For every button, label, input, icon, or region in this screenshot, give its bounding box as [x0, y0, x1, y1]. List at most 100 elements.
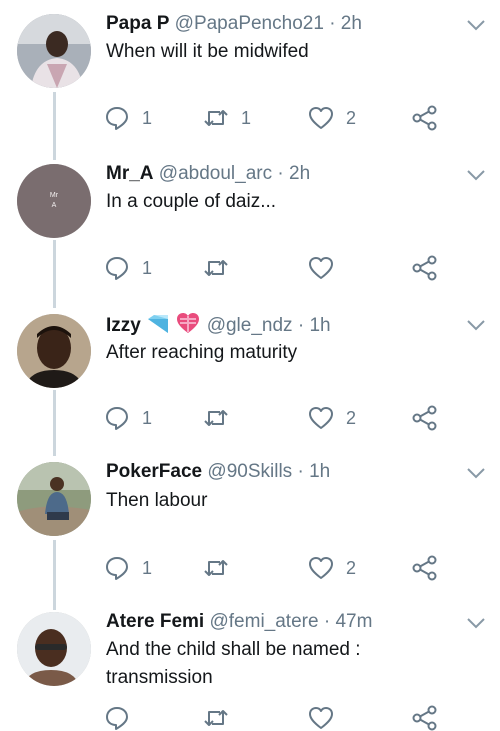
share-button[interactable] [412, 705, 438, 731]
reply-button[interactable]: 1 [104, 105, 152, 131]
tweet-text: When will it be midwifed [106, 41, 309, 62]
heart-ribbon-icon [175, 312, 201, 341]
tweet-header: Atere Femi @femi_atere · 47m [106, 610, 372, 634]
reply-icon [106, 257, 128, 280]
heart-icon [309, 557, 333, 579]
user-handle[interactable]: @gle_ndz [207, 315, 293, 336]
share-button[interactable] [412, 555, 438, 581]
thread-line [53, 92, 56, 160]
retweet-button[interactable]: 1 [203, 105, 251, 131]
retweet-button[interactable] [203, 705, 229, 731]
tweet-text: In a couple of daiz... [106, 191, 277, 212]
timestamp[interactable]: 2h [341, 13, 362, 34]
retweet-button[interactable] [203, 405, 229, 431]
timestamp[interactable]: 1h [309, 461, 330, 482]
avatar[interactable] [17, 314, 91, 388]
separator-dot: · [277, 163, 284, 184]
share-button[interactable] [412, 405, 438, 431]
reply-button[interactable] [104, 705, 130, 731]
reply-icon [106, 707, 128, 730]
reply-count: 1 [142, 407, 153, 428]
reply-icon [106, 407, 128, 430]
like-button[interactable] [308, 705, 334, 731]
share-icon [412, 255, 437, 281]
avatar[interactable] [17, 612, 91, 686]
chevron-down-icon[interactable] [465, 466, 487, 480]
heart-icon [309, 407, 333, 429]
like-button[interactable]: 2 [308, 405, 356, 431]
tweet-text: After reaching maturity [106, 342, 298, 363]
retweet-icon [204, 560, 228, 576]
display-name[interactable]: Mr_A [106, 163, 154, 184]
avatar[interactable]: Mr A [17, 164, 91, 238]
tweet-text: transmission [106, 667, 213, 688]
share-icon [412, 705, 437, 731]
thread-line [53, 540, 56, 610]
heart-icon [309, 107, 333, 129]
avatar-photo [17, 462, 91, 536]
display-name[interactable]: Papa P [106, 13, 169, 34]
tweet-header: Izzy @gle_ndz · 1h [106, 312, 331, 341]
chevron-down-icon[interactable] [465, 616, 487, 630]
user-handle[interactable]: @femi_atere [209, 611, 318, 632]
like-button[interactable]: 2 [308, 105, 356, 131]
display-name[interactable]: PokerFace [106, 461, 202, 482]
reply-icon [106, 107, 128, 130]
retweet-count: 1 [241, 107, 252, 128]
retweet-button[interactable] [203, 555, 229, 581]
reply-button[interactable]: 1 [104, 405, 152, 431]
tweet-header: Papa P @PapaPencho21 · 2h [106, 12, 362, 36]
tweet-text: And the child shall be named : [106, 639, 361, 660]
timestamp[interactable]: 2h [289, 163, 310, 184]
timestamp[interactable]: 47m [335, 611, 372, 632]
separator-dot: · [297, 461, 304, 482]
retweet-icon [204, 110, 228, 126]
user-handle[interactable]: @90Skills [207, 461, 292, 482]
tweet-actions: 1 2 [104, 555, 444, 581]
like-count: 2 [346, 107, 357, 128]
retweet-icon [204, 710, 228, 726]
retweet-button[interactable] [203, 255, 229, 281]
avatar-text: Mr [50, 192, 59, 199]
tweet-actions: 1 [104, 255, 444, 281]
reply-count: 1 [142, 107, 153, 128]
diamond-icon [146, 314, 170, 341]
chevron-down-icon[interactable] [465, 168, 487, 182]
avatar-photo [17, 14, 91, 88]
share-icon [412, 405, 437, 431]
display-name[interactable]: Atere Femi [106, 611, 204, 632]
thread-line [53, 390, 56, 456]
reply-button[interactable]: 1 [104, 555, 152, 581]
share-button[interactable] [412, 105, 438, 131]
like-count: 2 [346, 557, 357, 578]
tweet-header: Mr_A @abdoul_arc · 2h [106, 162, 310, 186]
tweet-actions: 1 1 2 [104, 105, 444, 131]
like-button[interactable]: 2 [308, 555, 356, 581]
thread-line [53, 240, 56, 308]
user-handle[interactable]: @abdoul_arc [159, 163, 272, 184]
tweet-actions: 1 2 [104, 405, 444, 431]
separator-dot: · [297, 315, 305, 336]
tweet-text: Then labour [106, 490, 208, 511]
avatar-photo [17, 314, 91, 388]
avatar[interactable] [17, 14, 91, 88]
chevron-down-icon[interactable] [465, 318, 487, 332]
retweet-icon [204, 410, 228, 426]
heart-icon [309, 257, 333, 279]
separator-dot: · [323, 611, 331, 632]
avatar-photo [17, 612, 91, 686]
avatar[interactable] [17, 462, 91, 536]
reply-count: 1 [142, 557, 153, 578]
reply-button[interactable]: 1 [104, 255, 152, 281]
retweet-icon [204, 260, 228, 276]
tweet-actions [104, 705, 444, 731]
share-button[interactable] [412, 255, 438, 281]
user-handle[interactable]: @PapaPencho21 [175, 13, 324, 34]
display-name[interactable]: Izzy [106, 315, 141, 336]
share-icon [412, 555, 437, 581]
heart-icon [309, 707, 333, 729]
timestamp[interactable]: 1h [309, 315, 330, 336]
like-count: 2 [346, 407, 357, 428]
chevron-down-icon[interactable] [465, 18, 487, 32]
like-button[interactable] [308, 255, 334, 281]
